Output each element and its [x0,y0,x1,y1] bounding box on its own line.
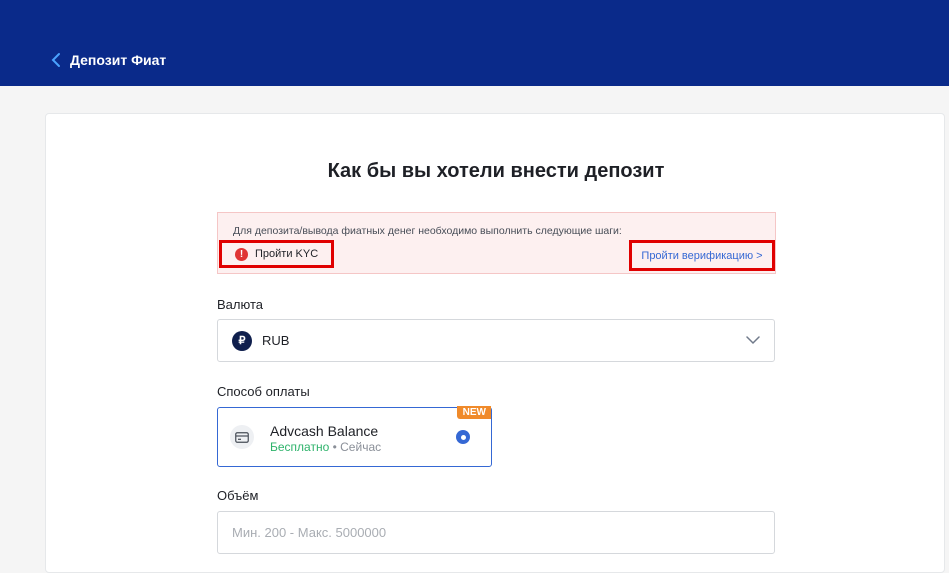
top-header: Депозит Фиат [0,0,949,86]
kyc-step-label: Пройти KYC [255,248,319,260]
currency-value: RUB [262,333,290,348]
payment-method-details: Бесплатно • Сейчас [270,440,381,454]
notice-text: Для депозита/вывода фиатных денег необхо… [233,225,622,237]
currency-select[interactable]: ₽ RUB [217,319,775,362]
verify-link[interactable]: Пройти верификацию > [629,240,775,271]
back-button[interactable]: Депозит Фиат [50,52,166,68]
currency-label: Валюта [217,297,263,312]
payment-fee: Бесплатно [270,440,330,454]
credit-card-icon [230,425,254,449]
kyc-step: ! Пройти KYC [219,240,334,268]
payment-method-name: Advcash Balance [270,423,379,439]
payment-method-label: Способ оплаты [217,384,310,399]
new-badge: NEW [456,406,491,419]
chevron-left-icon [51,53,60,67]
ruble-icon: ₽ [232,330,252,351]
deposit-heading: Как бы вы хотели внести депозит [327,160,665,182]
alert-icon: ! [235,247,248,261]
payment-option-advcash[interactable]: NEW Advcash Balance Бесплатно • Сейчас [217,406,492,467]
deposit-card: Как бы вы хотели внести депозит Для депо… [45,113,945,573]
chevron-down-icon [746,336,760,345]
payment-timing: • Сейчас [332,440,382,454]
selected-radio[interactable] [456,430,470,444]
amount-label: Объём [217,488,259,503]
amount-input[interactable] [217,511,775,554]
page-title: Депозит Фиат [70,52,167,68]
kyc-notice: Для депозита/вывода фиатных денег необхо… [217,212,776,274]
